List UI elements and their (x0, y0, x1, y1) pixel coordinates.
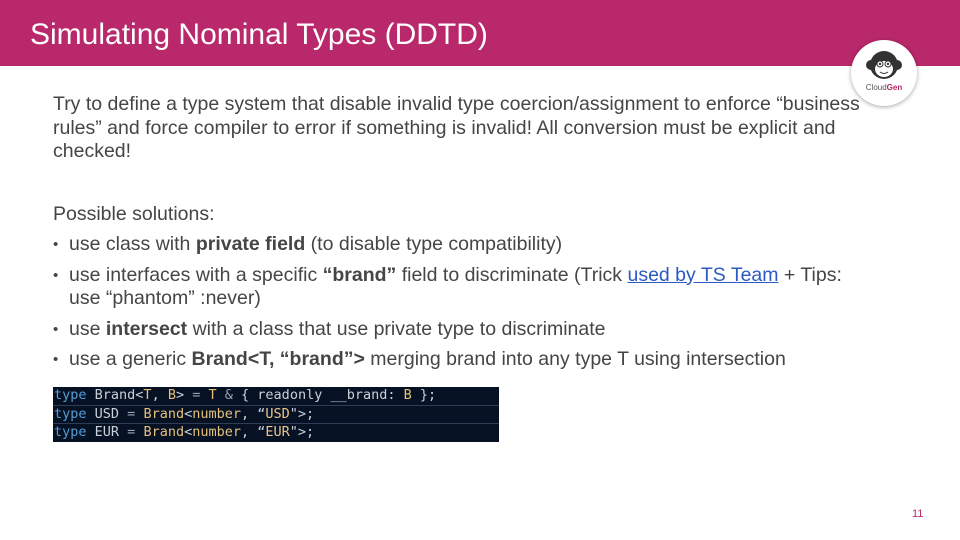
solutions-list: • use class with private field (to disab… (53, 233, 873, 372)
bullet-text: field to discriminate (Trick (396, 263, 628, 286)
solutions-heading: Possible solutions: (53, 202, 215, 225)
bullet-text: use class with (69, 233, 196, 255)
logo-text-gen: Gen (886, 83, 903, 92)
bullet-icon: • (53, 351, 59, 368)
list-item: • use intersect with a class that use pr… (53, 318, 873, 342)
slide-title: Simulating Nominal Types (DDTD) (30, 18, 488, 51)
bullet-icon: • (53, 320, 59, 338)
list-item: • use interfaces with a specific “brand”… (53, 264, 873, 311)
intro-paragraph: Try to define a type system that disable… (53, 93, 860, 162)
bullet-icon: • (53, 236, 59, 253)
bullet-text: merging brand into any type T using inte… (364, 348, 786, 370)
code-line-brand: type Brand<T, B> = T & { readonly __bran… (54, 387, 437, 403)
list-item: • use a generic Brand<T, “brand”> mergin… (53, 348, 873, 372)
code-line-eur: type EUR = Brand<number, “EUR">; (53, 423, 499, 442)
page-number: 11 (912, 508, 924, 520)
code-block: type Brand<T, B> = T & { readonly __bran… (53, 387, 499, 442)
bullet-icon: • (53, 266, 59, 284)
code-line-usd: type USD = Brand<number, “USD">; (53, 404, 499, 424)
bullet-text: with a class that use private type to di… (187, 317, 606, 340)
list-item: • use class with private field (to disab… (53, 233, 873, 257)
bullet-bold: Brand<T, “brand”> (191, 348, 365, 370)
slide-body: Try to define a type system that disable… (53, 93, 873, 379)
bullet-text: use (69, 317, 106, 340)
bullet-bold: private field (195, 233, 306, 255)
logo-text-cloud: Cloud (865, 83, 887, 92)
bullet-text: use interfaces with a specific (69, 263, 323, 286)
bullet-bold: intersect (105, 317, 188, 340)
bullet-text: (to disable type compatibility) (305, 233, 563, 255)
bullet-bold: “brand” (322, 263, 397, 286)
bullet-text: use a generic (69, 348, 192, 370)
title-bar: Simulating Nominal Types (DDTD) (0, 0, 960, 66)
ts-team-link[interactable]: used by TS Team (627, 264, 778, 286)
